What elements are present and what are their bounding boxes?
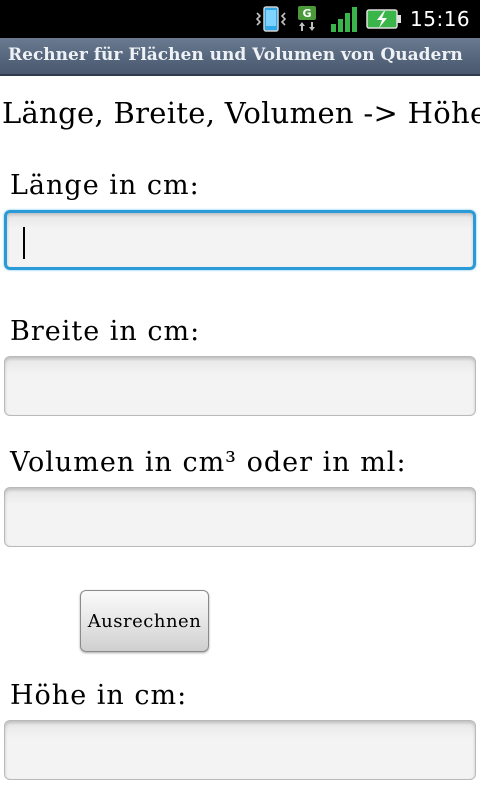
length-input[interactable] [4, 210, 476, 270]
data-g-icon: G [298, 6, 316, 31]
app-title-bar: Rechner für Flächen und Volumen von Quad… [0, 38, 480, 76]
signal-icon [331, 7, 357, 32]
text-cursor [23, 227, 25, 259]
length-label: Länge in cm: [10, 170, 200, 201]
calculate-button[interactable]: Ausrechnen [80, 590, 209, 652]
width-input[interactable] [4, 356, 476, 416]
content-area: Länge, Breite, Volumen -> Höhe Länge in … [0, 76, 480, 800]
app-title: Rechner für Flächen und Volumen von Quad… [8, 45, 463, 65]
height-label: Höhe in cm: [10, 680, 188, 711]
volume-input[interactable] [4, 487, 476, 547]
battery-charging-icon [366, 9, 401, 29]
height-output[interactable] [4, 720, 476, 780]
vibrate-icon [255, 6, 287, 32]
status-bar: G 15:16 [0, 0, 480, 38]
volume-label: Volumen in cm³ oder in ml: [10, 447, 407, 478]
calculation-heading: Länge, Breite, Volumen -> Höhe [2, 96, 480, 130]
svg-text:G: G [302, 7, 311, 20]
width-label: Breite in cm: [10, 316, 201, 347]
status-time: 15:16 [410, 7, 471, 31]
